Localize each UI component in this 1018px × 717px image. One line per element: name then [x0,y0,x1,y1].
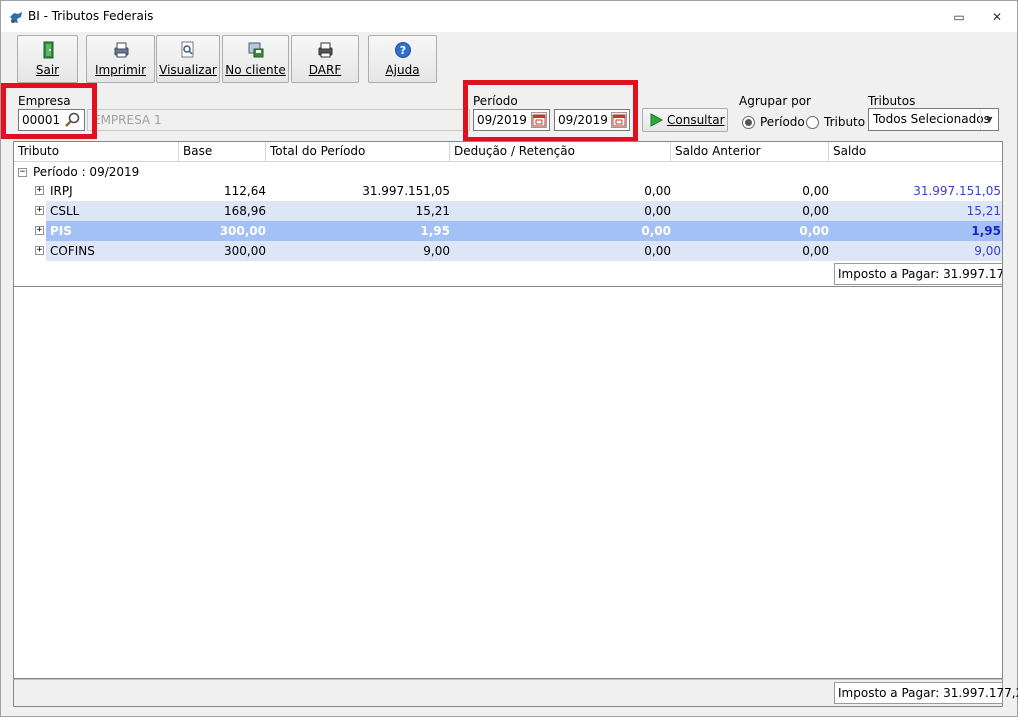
calendar-icon[interactable] [531,112,547,128]
client-save-icon [248,42,263,58]
ajuda-button[interactable]: ? Ajuda [368,35,437,83]
cell-base: 300,00 [219,224,266,238]
radio-periodo[interactable] [742,116,755,129]
radio-periodo-label: Período [760,115,805,129]
restore-button[interactable]: ▭ [950,8,968,26]
table-row[interactable]: CSLL 168,96 15,21 0,00 0,00 15,21 [46,201,1002,221]
cell-total: 15,21 [415,204,450,218]
col-total-periodo[interactable]: Total do Período [266,142,450,162]
agrupar-label: Agrupar por [739,94,811,108]
col-saldo-anterior[interactable]: Saldo Anterior [671,142,829,162]
cell-saldo-anterior: 0,00 [802,184,829,198]
exit-door-icon [43,41,53,59]
col-tributo[interactable]: Tributo [14,142,179,162]
tributos-select[interactable]: Todos Selecionados ▼ [868,108,999,131]
cell-deducao: 0,00 [641,224,671,238]
printer-icon [114,42,128,58]
empresa-name-value: EMPRESA 1 [93,113,162,127]
empresa-code-value: 00001 [22,113,61,127]
cell-saldo-anterior: 0,00 [799,224,829,238]
table-row[interactable]: IRPJ 112,64 31.997.151,05 0,00 0,00 31.9… [46,181,1002,201]
periodo-label: Período [473,94,518,108]
collapse-icon[interactable]: − [18,168,27,177]
svg-text:?: ? [399,44,405,57]
cell-deducao: 0,00 [644,244,671,258]
periodo-from-value: 09/2019 [477,113,527,127]
cell-base: 112,64 [224,184,266,198]
footer-total-box: Imposto a Pagar: 31.997.177,21 [834,682,1018,704]
darf-label: DARF [308,63,342,77]
grid-empty-area [13,287,1003,679]
col-base[interactable]: Base [179,142,266,162]
expand-icon[interactable]: + [35,186,44,195]
group-total-box: Imposto a Pagar: 31.997.177,21 [834,263,1002,285]
tributos-grid: Tributo Base Total do Período Dedução / … [13,141,1003,287]
expand-icon[interactable]: + [35,226,44,235]
visualizar-label: Visualizar [159,63,217,77]
no-cliente-button[interactable]: No cliente [222,35,289,83]
title-bar: BI - Tributos Federais ▭ ✕ [1,1,1017,32]
periodo-from-input[interactable]: 09/2019 [473,109,550,131]
empresa-code-input[interactable]: 00001 [18,109,85,131]
footer-bar: Imposto a Pagar: 31.997.177,21 [13,679,1018,707]
cell-saldo: 15,21 [966,204,1001,218]
radio-tributo-label: Tributo [824,115,866,129]
darf-print-icon [318,42,333,58]
darf-button[interactable]: DARF [291,35,359,83]
cell-saldo: 31.997.151,05 [913,184,1001,198]
expand-icon[interactable]: + [35,246,44,255]
visualizar-button[interactable]: Visualizar [156,35,220,83]
no-cliente-label: No cliente [225,63,286,77]
calendar-icon[interactable] [611,112,627,128]
group-row-periodo[interactable]: − Período : 09/2019 [14,163,1002,182]
tributos-selected-value: Todos Selecionados [873,112,990,126]
col-deducao[interactable]: Dedução / Retenção [450,142,671,162]
group-label: Período : 09/2019 [33,165,140,179]
play-icon [650,113,663,127]
consultar-button[interactable]: Consultar [642,108,728,132]
cell-saldo-anterior: 0,00 [802,244,829,258]
sair-button[interactable]: Sair [17,35,78,83]
ajuda-label: Ajuda [385,63,420,77]
cell-total: 31.997.151,05 [362,184,450,198]
search-icon[interactable] [64,111,82,129]
expand-icon[interactable]: + [35,206,44,215]
consultar-label: Consultar [667,113,725,127]
grid-header: Tributo Base Total do Período Dedução / … [14,142,1002,162]
cell-tributo: COFINS [50,244,95,258]
app-logo-icon [10,12,22,23]
cell-saldo: 1,95 [971,224,1001,238]
window-title: BI - Tributos Federais [28,9,154,23]
tributos-window: BI - Tributos Federais ▭ ✕ Sair Imprimir… [0,0,1018,717]
cell-base: 300,00 [224,244,266,258]
tributos-label: Tributos [868,94,916,108]
periodo-to-value: 09/2019 [558,113,608,127]
chevron-down-icon[interactable]: ▼ [980,109,998,130]
cell-saldo-anterior: 0,00 [802,204,829,218]
periodo-to-input[interactable]: 09/2019 [554,109,630,131]
cell-deducao: 0,00 [644,204,671,218]
cell-tributo: IRPJ [50,184,73,198]
cell-saldo: 9,00 [974,244,1001,258]
imprimir-button[interactable]: Imprimir [86,35,155,83]
table-row[interactable]: COFINS 300,00 9,00 0,00 0,00 9,00 [46,241,1002,261]
cell-total: 9,00 [423,244,450,258]
col-saldo[interactable]: Saldo [829,142,1002,162]
cell-deducao: 0,00 [644,184,671,198]
close-button[interactable]: ✕ [988,8,1006,26]
cell-total: 1,95 [420,224,450,238]
empresa-label: Empresa [18,94,71,108]
imprimir-label: Imprimir [94,63,147,77]
help-icon: ? [394,42,411,58]
cell-tributo: CSLL [50,204,80,218]
cell-tributo: PIS [50,224,72,238]
radio-tributo[interactable] [806,116,819,129]
table-row-selected[interactable]: PIS 300,00 1,95 0,00 0,00 1,95 [46,221,1002,241]
empresa-name-field: EMPRESA 1 [87,109,470,131]
cell-base: 168,96 [224,204,266,218]
sair-label: Sair [35,63,60,77]
preview-magnifier-icon [181,41,194,58]
